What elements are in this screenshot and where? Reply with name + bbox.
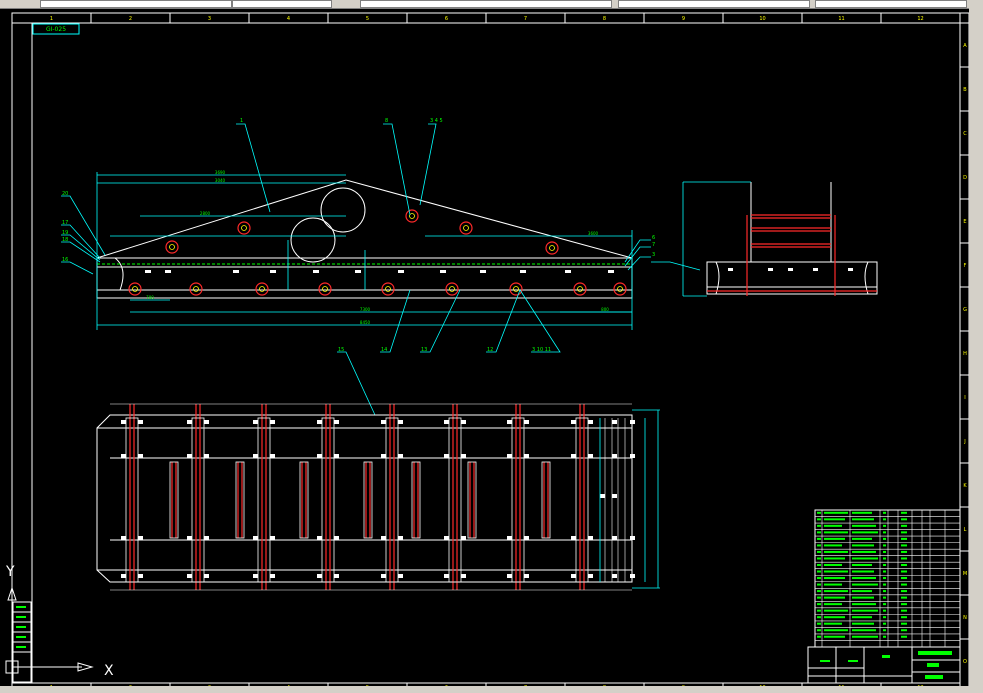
bolt-circle <box>509 282 523 296</box>
lower-opening <box>290 217 336 263</box>
bolt-circle <box>165 240 179 254</box>
balloon-3-10-11: 3 10 11 <box>532 347 551 353</box>
beam-slot <box>565 270 571 273</box>
bolt-circle <box>318 282 332 296</box>
grid-row-label: N <box>963 615 967 621</box>
revision-strip <box>12 601 32 683</box>
grid-row-label: H <box>963 351 967 357</box>
beam-slot <box>480 270 486 273</box>
ucs-x-label: X <box>104 663 114 679</box>
grid-col-label: 2 <box>129 16 132 22</box>
bill-of-materials <box>814 509 961 648</box>
upper-opening <box>320 187 366 233</box>
grid-row-label: O <box>963 659 967 665</box>
dim-bottom: 7300 <box>360 307 371 312</box>
elevation-view: 3690 3040 2800 3600 7300 8450 800 700 1 … <box>61 118 655 416</box>
balloon-19: 19 <box>62 230 68 236</box>
balloon-7: 7 <box>652 242 655 248</box>
bolt-circle <box>613 282 627 296</box>
beam-slot <box>608 270 614 273</box>
bolt-circle <box>381 282 395 296</box>
grid-col-label: 8 <box>603 16 606 22</box>
beam-slot <box>355 270 361 273</box>
grid-col-label: 11 <box>838 16 844 22</box>
balloon-14: 14 <box>381 347 387 353</box>
balloon-15: 15 <box>338 347 344 353</box>
balloon-1: 1 <box>240 118 243 124</box>
plan-view <box>96 403 660 591</box>
dim-overall-top: 3690 <box>215 170 226 175</box>
grid-row-label: L <box>964 527 967 533</box>
bolt-circle <box>545 241 559 255</box>
grid-col-label: 10 <box>759 16 765 22</box>
dim-right: 3600 <box>588 231 599 236</box>
balloon-6: 6 <box>652 235 655 241</box>
bolt-circle <box>445 282 459 296</box>
grid-row-label: E <box>963 219 966 225</box>
balloon-20: 20 <box>62 191 68 197</box>
bolt-circle <box>128 282 142 296</box>
beam-slot <box>145 270 151 273</box>
balloon-3: 3 <box>652 252 655 258</box>
ucs-icon <box>5 586 94 674</box>
dim-r: 800 <box>601 307 609 312</box>
side-view <box>651 181 878 297</box>
balloon-18: 18 <box>62 237 68 243</box>
plotstyle-dropdown[interactable] <box>618 0 810 8</box>
dim-base: 8450 <box>360 320 371 325</box>
grid-col-label: 3 <box>208 16 211 22</box>
grid-col-label: 12 <box>917 16 923 22</box>
bolt-circle <box>459 221 473 235</box>
color-dropdown[interactable] <box>815 0 967 8</box>
beam-slot <box>440 270 446 273</box>
bolt-circle <box>237 221 251 235</box>
grid-row-label: D <box>963 175 967 181</box>
grid-col-label: 1 <box>50 16 53 22</box>
grid-col-label: 5 <box>366 16 369 22</box>
status-bar <box>0 686 969 693</box>
grid-col-label: 7 <box>524 16 527 22</box>
dim-small: 700 <box>146 295 154 300</box>
grid-col-label: 6 <box>445 16 448 22</box>
dim-overall-2: 3040 <box>215 178 226 183</box>
lineweight-dropdown[interactable] <box>360 0 612 8</box>
bolt-circle <box>405 209 419 223</box>
bolt-circle <box>573 282 587 296</box>
triangular-frame <box>96 179 633 259</box>
beam-slot <box>313 270 319 273</box>
grid-row-label: G <box>963 307 967 313</box>
grid-col-label: 9 <box>682 16 685 22</box>
layer-dropdown[interactable] <box>40 0 232 8</box>
dim-left: 2800 <box>200 211 211 216</box>
grid-row-label: B <box>963 87 967 93</box>
grid-row-label: A <box>963 43 967 49</box>
balloon-16: 16 <box>62 257 68 263</box>
beam-slot <box>233 270 239 273</box>
drawing-canvas[interactable]: 112233445566778899101011111212 ABCDEFGHI… <box>0 8 969 693</box>
balloon-17: 17 <box>62 220 68 226</box>
balloon-13: 13 <box>421 347 427 353</box>
linetype-dropdown[interactable] <box>232 0 332 8</box>
balloon-8: 8 <box>385 118 388 124</box>
grid-row-label: K <box>963 483 967 489</box>
beam-slot <box>520 270 526 273</box>
grid-row-label: M <box>963 571 967 577</box>
grid-row-label: C <box>963 131 967 137</box>
balloon-3-4-5: 3 4 5 <box>430 118 443 124</box>
grid-row-label: J <box>963 439 965 445</box>
beam-slot <box>165 270 171 273</box>
beam-slot <box>270 270 276 273</box>
balloon-12: 12 <box>487 347 493 353</box>
bolt-circle <box>189 282 203 296</box>
grid-row-label: I <box>964 395 965 401</box>
ucs-y-label: Y <box>5 564 15 580</box>
vertical-scrollbar[interactable] <box>969 8 983 693</box>
bolt-circle <box>255 282 269 296</box>
grid-row-label: F <box>964 263 967 269</box>
title-tag: GI-025 <box>46 26 66 33</box>
beam-slot <box>398 270 404 273</box>
grid-col-label: 4 <box>287 16 290 22</box>
